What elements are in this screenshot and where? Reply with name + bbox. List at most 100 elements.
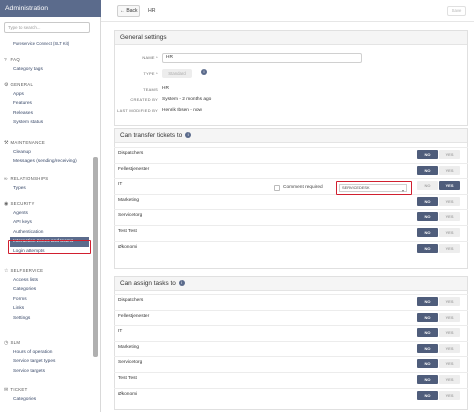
yes-toggle-button[interactable]: YES [439, 343, 460, 353]
no-toggle-button[interactable]: NO [417, 181, 438, 191]
sidebar-item-service-target-types[interactable]: Service target types [13, 359, 55, 364]
yes-toggle-button[interactable]: YES [439, 297, 460, 306]
sidebar-item-apps[interactable]: Apps [13, 92, 24, 97]
yes-no-toggle[interactable]: NO YES [417, 343, 462, 353]
yes-toggle-button[interactable]: YES [439, 181, 460, 191]
yes-no-toggle[interactable]: NO YES [417, 228, 462, 237]
yes-no-toggle[interactable]: NO YES [417, 243, 462, 253]
team-name: Test Test [118, 376, 137, 381]
yes-no-toggle[interactable]: NO YES [417, 390, 462, 400]
info-icon[interactable]: i [185, 132, 192, 138]
sidebar-item-releases[interactable]: Releases [13, 111, 33, 116]
yes-toggle-button[interactable]: YES [439, 212, 460, 222]
teams-label: TEAMS [143, 87, 158, 92]
maintenance-icon: ⚒ [4, 141, 9, 146]
no-toggle-button[interactable]: NO [417, 375, 438, 384]
no-toggle-button[interactable]: NO [417, 328, 438, 338]
yes-no-toggle[interactable]: NO YES [417, 196, 462, 206]
team-name: Dispatchers [118, 151, 144, 156]
sidebar-item-api-keys[interactable]: API keys [13, 220, 32, 225]
sidebar-item-agents[interactable]: Agents [13, 211, 28, 216]
sidebar-item-cleanup[interactable]: Cleanup [13, 150, 31, 155]
sidebar-search-input[interactable]: Type to search... [4, 22, 90, 33]
comment-required-checkbox[interactable] [274, 185, 280, 191]
yes-no-toggle[interactable]: NO YES [417, 212, 462, 222]
sidebar-item-messages-sending-receiving[interactable]: Messages (sending/receiving) [13, 159, 77, 164]
no-toggle-button[interactable]: NO [417, 196, 438, 206]
yes-no-toggle[interactable]: NO YES [417, 359, 462, 369]
team-row: Servicetorg NO YES [114, 356, 468, 369]
selfservice-icon: ☆ [4, 269, 9, 274]
yes-toggle-button[interactable]: YES [439, 196, 460, 206]
yes-toggle-button[interactable]: YES [439, 312, 460, 322]
team-name: Servicetorg [118, 213, 143, 219]
name-label: NAME * [142, 55, 158, 60]
no-toggle-button[interactable]: NO [417, 228, 438, 237]
sidebar-item-types[interactable]: Types [13, 186, 26, 191]
faq-icon: ? [4, 58, 7, 63]
sidebar-item-category-tags[interactable]: Category tags [13, 67, 43, 72]
info-icon[interactable]: i [178, 280, 185, 286]
sidebar-item-settings[interactable]: Settings [13, 316, 30, 321]
no-toggle-button[interactable]: NO [417, 343, 438, 353]
yes-toggle-button[interactable]: YES [439, 165, 460, 175]
yes-no-toggle[interactable]: NO YES [417, 181, 462, 191]
yes-no-toggle[interactable]: NO YES [417, 297, 462, 306]
sidebar-item-hours-of-operation[interactable]: Hours of operation [13, 350, 52, 355]
type-select[interactable]: Standard [162, 69, 192, 78]
sidebar-item-system-status[interactable]: System status [13, 120, 43, 125]
sidebar-item-categories[interactable]: Categories [13, 287, 36, 292]
team-row: Marketing NO YES [114, 193, 468, 207]
general-icon: ⚙ [4, 83, 9, 88]
yes-toggle-button[interactable]: YES [439, 375, 460, 384]
yes-no-toggle[interactable]: NO YES [417, 165, 462, 175]
team-row: Dispatchers NO YES [114, 294, 468, 307]
sidebar-item-features[interactable]: Features [13, 101, 32, 106]
sidebar-section-ticket: ✉ TICKET [4, 387, 28, 393]
team-row: Fellestjenester NO YES [114, 309, 468, 323]
no-toggle-button[interactable]: NO [417, 212, 438, 222]
no-toggle-button[interactable]: NO [417, 297, 438, 306]
yes-no-toggle[interactable]: NO YES [417, 375, 462, 384]
yes-toggle-button[interactable]: YES [439, 390, 460, 400]
team-name: IT [118, 329, 123, 335]
yes-toggle-button[interactable]: YES [439, 328, 460, 338]
name-input[interactable]: HR [162, 53, 362, 63]
slm-icon: ◷ [4, 341, 9, 346]
save-button[interactable]: Save [447, 6, 466, 16]
sidebar-scrollbar[interactable] [93, 157, 98, 357]
sidebar-item-service-targets[interactable]: Service targets [13, 369, 45, 374]
yes-toggle-button[interactable]: YES [439, 228, 460, 237]
no-toggle-button[interactable]: NO [417, 243, 438, 253]
sidebar-section-faq: ? FAQ [4, 57, 20, 63]
info-icon[interactable]: i [201, 69, 207, 75]
sidebar-item-categories[interactable]: Categories [13, 397, 36, 402]
no-toggle-button[interactable]: NO [417, 165, 438, 175]
no-toggle-button[interactable]: NO [417, 359, 438, 369]
servicedesk-select-highlight: SERVICEDESK ▾ [336, 181, 412, 195]
yes-no-toggle[interactable]: NO YES [417, 150, 462, 159]
yes-toggle-button[interactable]: YES [439, 150, 460, 159]
team-row: Økonomi NO YES [114, 387, 468, 401]
sidebar-item-authentication[interactable]: Authentication [13, 230, 43, 235]
yes-toggle-button[interactable]: YES [439, 243, 460, 253]
assign-heading: Can assign tasks to i [115, 277, 467, 291]
no-toggle-button[interactable]: NO [417, 390, 438, 400]
team-row: Test Test NO YES [114, 225, 468, 238]
team-row: Fellestjenester NO YES [114, 162, 468, 176]
sidebar-item-links[interactable]: Links [13, 306, 24, 311]
sidebar-item-forms[interactable]: Forms [13, 297, 27, 302]
sidebar-item-pureservice-connect[interactable]: Pureservice Connect (SLT Kit) [13, 41, 69, 46]
yes-toggle-button[interactable]: YES [439, 359, 460, 369]
sidebar-section-slm: ◷ SLM [4, 340, 21, 346]
yes-no-toggle[interactable]: NO YES [417, 328, 462, 338]
security-icon: ◉ [4, 202, 9, 207]
no-toggle-button[interactable]: NO [417, 312, 438, 322]
no-toggle-button[interactable]: NO [417, 150, 438, 159]
team-name: Marketing [118, 197, 140, 203]
yes-no-toggle[interactable]: NO YES [417, 312, 462, 322]
sidebar-section-general: ⚙ GENERAL [4, 82, 34, 88]
sidebar-item-access-lists[interactable]: Access lists [13, 278, 38, 283]
servicedesk-select[interactable]: SERVICEDESK ▾ [339, 184, 407, 193]
team-row: Servicetorg NO YES [114, 209, 468, 222]
